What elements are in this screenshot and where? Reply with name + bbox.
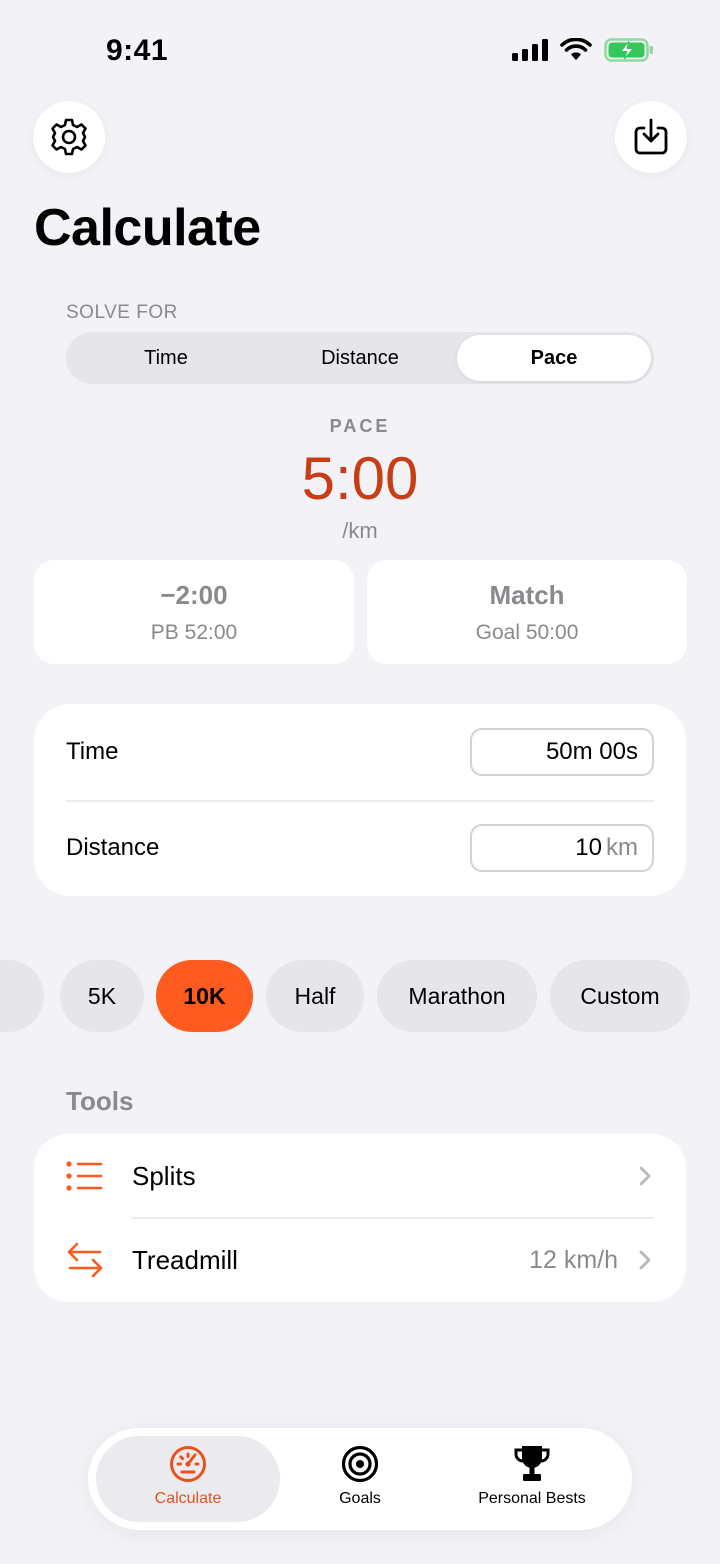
solve-for-segmented-control: Time Distance Pace xyxy=(66,332,654,384)
goal-status: Match xyxy=(489,579,565,610)
download-tray-icon xyxy=(634,118,668,155)
tab-goals[interactable]: Goals xyxy=(268,1444,452,1508)
chip-marathon[interactable]: Marathon xyxy=(377,960,537,1032)
settings-button[interactable] xyxy=(33,101,105,173)
segment-pace[interactable]: Pace xyxy=(457,335,651,381)
wifi-icon xyxy=(560,38,592,60)
chevron-right-icon xyxy=(639,1166,651,1186)
arrows-swap-icon xyxy=(66,1241,104,1279)
goal-comparison-card[interactable]: Match Goal 50:00 xyxy=(367,560,687,664)
chip-10k[interactable]: 10K xyxy=(156,960,253,1032)
solve-for-caption: SOLVE FOR xyxy=(66,302,178,323)
result-value: 5:00 xyxy=(301,445,419,512)
tools-card: Splits Treadmill 12 km/h xyxy=(34,1134,686,1302)
tool-row-treadmill[interactable]: Treadmill 12 km/h xyxy=(34,1218,686,1302)
tool-label-splits: Splits xyxy=(132,1160,196,1191)
target-icon xyxy=(341,1445,379,1483)
chevron-right-icon xyxy=(639,1250,651,1270)
tab-label-personal-bests: Personal Bests xyxy=(478,1490,586,1507)
scroll-fade xyxy=(680,960,720,1032)
chip-custom[interactable]: Custom xyxy=(550,960,690,1032)
tools-heading: Tools xyxy=(66,1086,134,1116)
tool-row-splits[interactable]: Splits xyxy=(34,1134,686,1218)
pb-comparison-card[interactable]: −2:00 PB 52:00 xyxy=(34,560,354,664)
time-row: Time 50m 00s xyxy=(66,704,654,800)
tab-personal-bests[interactable]: Personal Bests xyxy=(440,1444,624,1508)
distance-unit: km xyxy=(606,834,638,861)
result-label: PACE xyxy=(329,416,391,436)
tab-label-calculate: Calculate xyxy=(154,1490,222,1507)
inputs-card: Time 50m 00s Distance 10 km xyxy=(34,704,686,896)
segment-time[interactable]: Time xyxy=(69,335,263,381)
export-button[interactable] xyxy=(615,101,687,173)
distance-field[interactable]: 10 km xyxy=(470,824,654,872)
time-field[interactable]: 50m 00s xyxy=(470,728,654,776)
distance-label: Distance xyxy=(66,834,160,861)
trophy-icon xyxy=(514,1446,550,1481)
list-icon xyxy=(66,1157,104,1195)
distance-row: Distance 10 km xyxy=(66,800,654,896)
speedometer-icon xyxy=(170,1446,206,1482)
page-title: Calculate xyxy=(34,199,261,257)
tool-value-treadmill: 12 km/h xyxy=(529,1245,618,1274)
status-time: 9:41 xyxy=(106,34,169,67)
chip-5k[interactable]: 5K xyxy=(60,960,144,1032)
tool-label-treadmill: Treadmill xyxy=(132,1244,238,1275)
distance-value: 10 xyxy=(575,834,602,861)
goal-reference: Goal 50:00 xyxy=(475,620,579,644)
status-icons xyxy=(512,38,654,62)
pb-difference: −2:00 xyxy=(160,579,228,610)
distance-preset-chips: 5K 10K Half Marathon Custom xyxy=(0,960,720,1032)
chip-half[interactable]: Half xyxy=(266,960,364,1032)
time-value: 50m 00s xyxy=(545,738,638,765)
result-unit: /km xyxy=(342,518,378,543)
time-label: Time xyxy=(66,738,119,765)
battery-charging-icon xyxy=(604,38,653,62)
tab-calculate[interactable]: Calculate xyxy=(96,1444,280,1508)
gear-icon xyxy=(51,118,87,156)
cellular-signal-icon xyxy=(512,39,548,61)
tab-bar: Calculate Goals Personal Bests xyxy=(88,1428,632,1530)
tab-label-goals: Goals xyxy=(339,1490,381,1507)
chip-partial[interactable] xyxy=(0,960,44,1032)
pb-reference: PB 52:00 xyxy=(150,620,238,644)
segment-distance[interactable]: Distance xyxy=(263,335,457,381)
